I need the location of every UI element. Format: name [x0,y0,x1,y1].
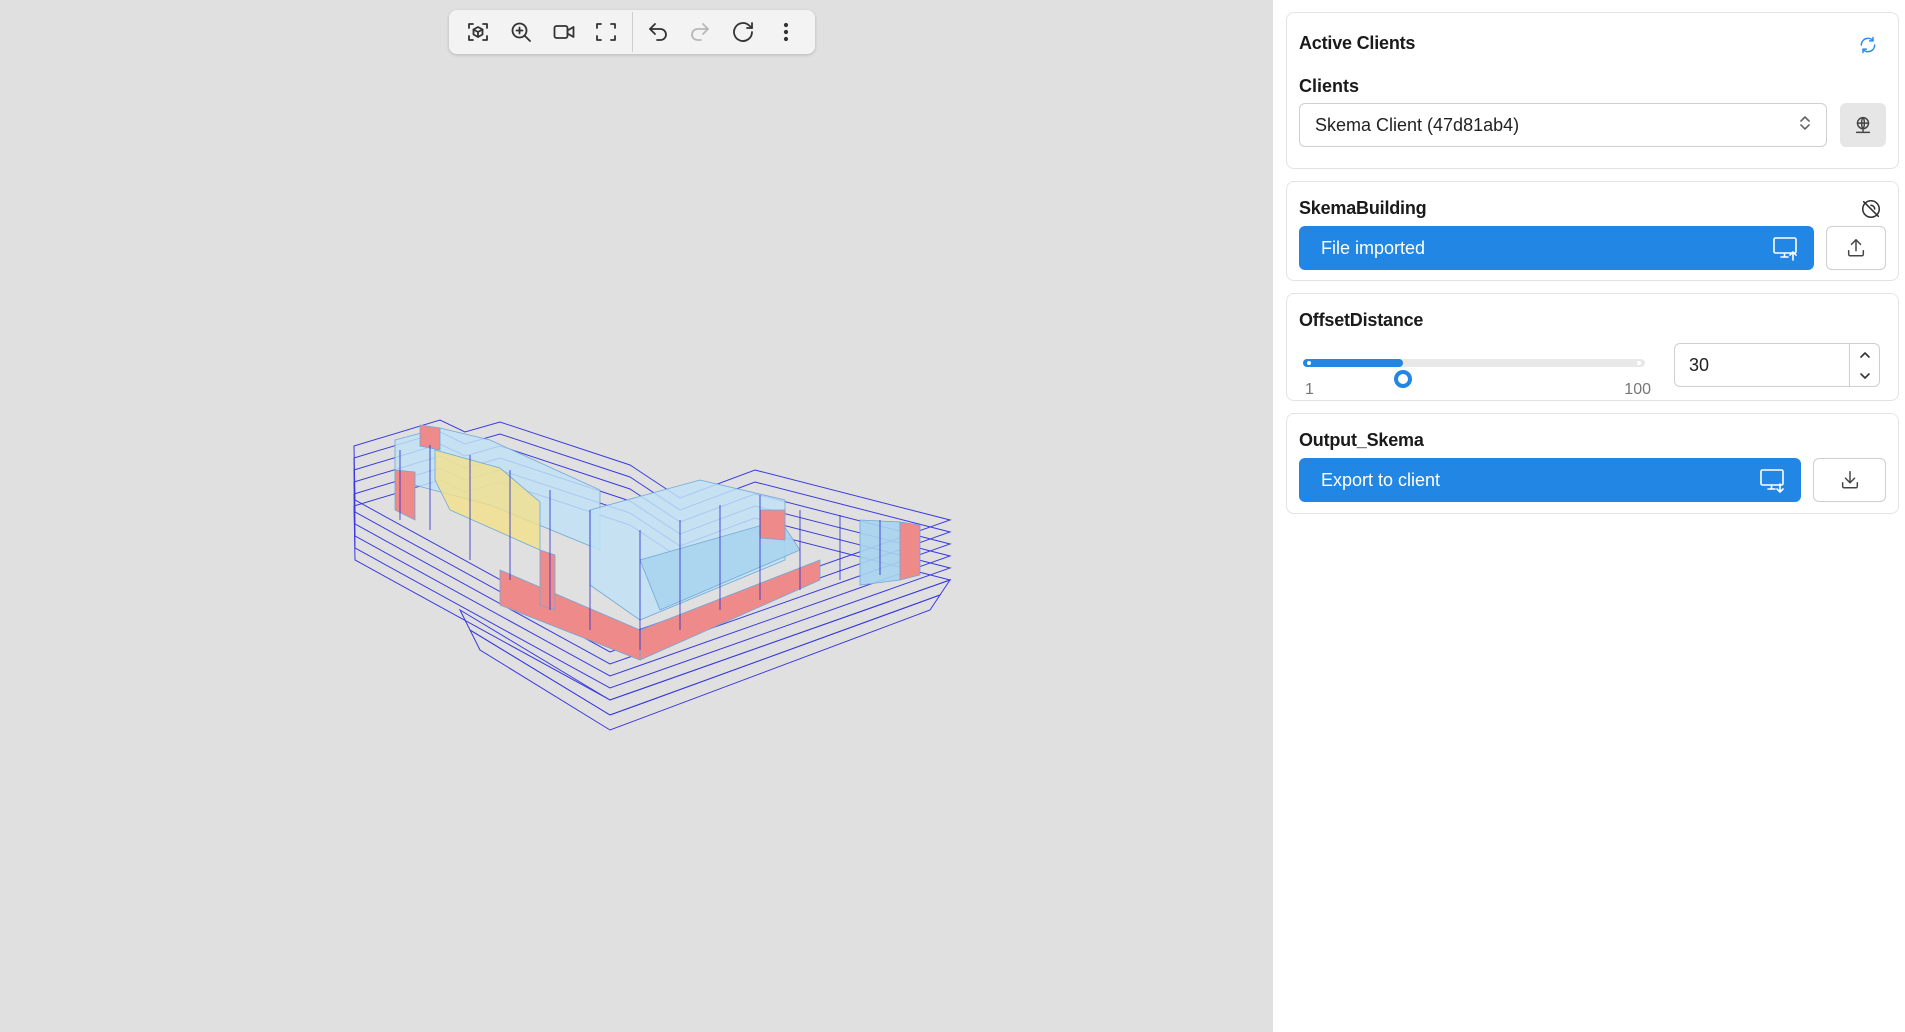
building-3d-model[interactable] [340,410,960,770]
globe-network-icon [1855,116,1871,134]
more-options-button[interactable] [764,10,807,54]
refresh-clients-button[interactable] [1858,35,1878,55]
reload-button[interactable] [722,10,765,54]
export-to-client-button[interactable]: Export to client [1299,458,1802,502]
number-stepper [1849,344,1879,386]
zoom-in-icon [511,22,531,42]
file-imported-label: File imported [1321,237,1426,258]
client-select[interactable]: Skema Client (47d81ab4) [1299,103,1828,147]
skema-building-title: SkemaBuilding [1299,198,1427,218]
upload-button[interactable] [1826,226,1886,270]
fit-view-icon [468,23,489,41]
chevron-up-down-icon [1798,114,1812,137]
3d-viewport[interactable] [0,0,1273,1032]
toolbar-divider [631,12,633,52]
download-icon [1841,471,1858,489]
viewer-toolbar [449,10,815,54]
export-to-client-label: Export to client [1321,469,1441,490]
offset-distance-card: OffsetDistance 1 100 30 [1286,293,1899,401]
output-skema-card: Output_Skema Export to client [1286,413,1899,514]
decrement-button[interactable] [1850,365,1879,386]
side-panel: Active Clients Clients Skema Client (47d… [1273,0,1905,1032]
video-camera-icon [553,25,574,39]
zoom-in-button[interactable] [500,10,543,54]
fullscreen-icon [596,23,617,41]
file-imported-button[interactable]: File imported [1299,226,1815,270]
refresh-icon [1860,36,1876,54]
active-clients-card: Active Clients Clients Skema Client (47d… [1286,12,1899,169]
upload-icon [1848,239,1865,257]
clients-label: Clients [1299,76,1360,96]
camera-button[interactable] [542,10,585,54]
slider-max-label: 100 [1624,381,1651,398]
chevron-down-icon [1859,372,1870,379]
redo-icon [691,23,710,41]
redo-button[interactable] [679,10,722,54]
slider-min-label: 1 [1305,381,1314,398]
slider-end-dot [1637,361,1641,365]
download-button[interactable] [1813,458,1886,502]
offset-distance-value: 30 [1689,354,1710,375]
monitor-download-icon [1760,469,1785,493]
slider-track[interactable] [1303,359,1645,388]
toggle-visibility-button[interactable] [1860,198,1882,220]
monitor-upload-icon [1773,237,1798,261]
undo-button[interactable] [636,10,679,54]
chevron-up-icon [1859,351,1870,358]
reload-icon [733,22,753,42]
skema-building-card: SkemaBuilding File imported [1286,181,1899,281]
slider-thumb[interactable] [1394,370,1413,388]
offset-distance-input[interactable]: 30 [1674,343,1880,387]
connect-network-button[interactable] [1840,103,1886,147]
increment-button[interactable] [1850,344,1879,365]
offset-distance-slider[interactable]: 1 100 [1299,343,1651,398]
active-clients-title: Active Clients [1299,33,1416,53]
slider-fill [1303,359,1404,367]
more-vertical-icon [783,22,788,42]
offset-distance-title: OffsetDistance [1299,310,1424,330]
fullscreen-button[interactable] [585,10,628,54]
fit-view-button[interactable] [457,10,500,54]
client-select-value: Skema Client (47d81ab4) [1315,114,1520,135]
undo-icon [648,23,667,41]
output-skema-title: Output_Skema [1299,430,1424,450]
eye-off-icon [1861,199,1881,219]
